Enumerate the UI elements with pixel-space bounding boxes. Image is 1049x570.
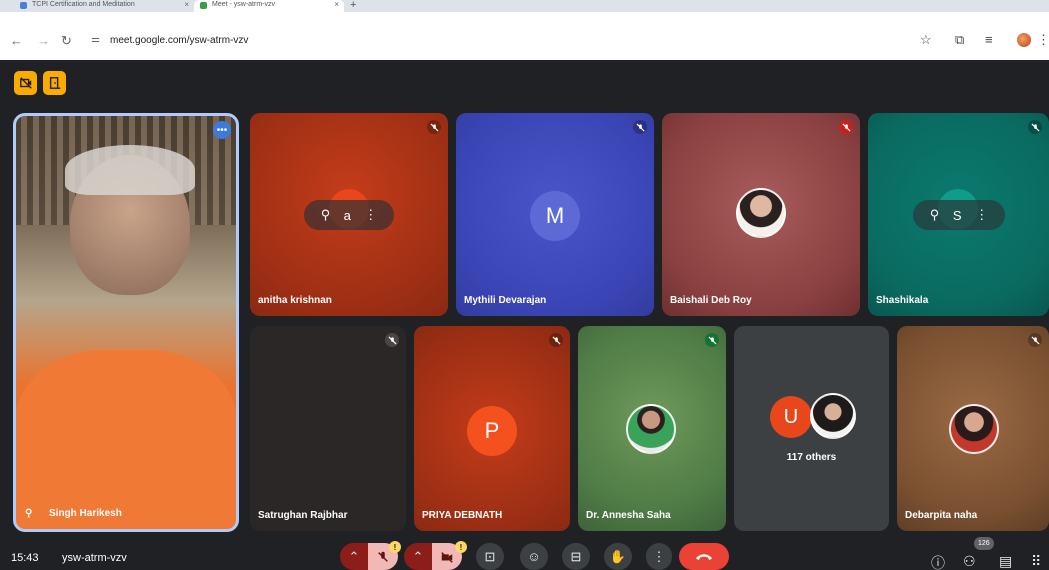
participants-count-badge: 126 [974, 537, 994, 550]
pin-icon[interactable]: ⚲ [321, 207, 331, 223]
tile-name: Shashikala [876, 295, 929, 306]
browser-toolbar: ← → ↻ ⚌ meet.google.com/ysw-atrm-vzv ☆ ⧉… [0, 12, 1049, 60]
back-arrow-icon[interactable]: ← [10, 34, 23, 47]
tab-label: Meet - ysw-atrm-vzv [212, 1, 275, 8]
extensions-icon[interactable]: ⧉ [955, 32, 964, 48]
others-tile[interactable]: U 117 others [734, 326, 889, 531]
pin-icon[interactable]: ⚲ [930, 207, 940, 223]
others-count-label: 117 others [786, 452, 837, 463]
reading-list-icon[interactable]: ≡ [985, 32, 993, 47]
meeting-code: ysw-atrm-vzv [62, 552, 127, 564]
tile-name: Debarpita naha [905, 510, 978, 521]
avatar: M [530, 191, 580, 241]
new-tab-icon[interactable]: + [350, 0, 356, 11]
url-text: meet.google.com/ysw-atrm-vzv [110, 35, 249, 46]
tile-name: anitha krishnan [258, 295, 332, 306]
captions-icon[interactable]: ⊟ [562, 543, 590, 570]
avatar: U [770, 396, 812, 438]
profile-avatar[interactable] [1017, 33, 1031, 47]
speaker-hair [65, 145, 195, 195]
tab-label: TCPI Certification and Meditation [32, 1, 135, 8]
tile-name: Satrughan Rajbhar [258, 510, 348, 521]
meeting-time: 15:43 [11, 552, 39, 564]
tile-name: Baishali Deb Roy [670, 295, 752, 306]
raise-hand-icon[interactable]: ✋ [604, 543, 632, 570]
close-icon[interactable]: × [334, 0, 339, 9]
participant-photo [736, 188, 786, 238]
camera-off-badge-icon[interactable] [14, 71, 37, 95]
browser-tab[interactable]: TCPI Certification and Meditation × [14, 0, 194, 12]
avatar-initial: S [952, 207, 962, 223]
avatar-initial: U [783, 405, 799, 428]
participant-tile-anitha[interactable]: ⚲ a ⋮ anitha krishnan [250, 113, 448, 316]
emoji-reaction-icon[interactable]: ☺ [520, 543, 548, 570]
participant-photo [810, 393, 856, 439]
people-icon[interactable]: ⚇ [963, 553, 976, 570]
tile-name: Mythili Devarajan [464, 295, 547, 306]
mic-off-icon [633, 120, 647, 134]
meeting-info-icon[interactable]: ⓘ [931, 553, 945, 570]
more-options-icon[interactable]: ••• [213, 121, 231, 139]
activities-grid-icon[interactable]: ⠿ [1031, 553, 1041, 570]
tile-hover-controls[interactable]: ⚲ S ⋮ [913, 200, 1005, 230]
tile-hover-controls[interactable]: ⚲ a ⋮ [304, 200, 394, 230]
mic-warning-badge: ! [389, 541, 401, 553]
bookmark-star-icon[interactable]: ☆ [920, 32, 932, 48]
camera-warning-badge: ! [455, 541, 467, 553]
audio-options-chevron-icon[interactable]: ⌃ [340, 543, 368, 570]
participant-tile-satrughan[interactable]: Satrughan Rajbhar [250, 326, 406, 531]
mic-off-icon [839, 120, 853, 134]
site-info-icon[interactable]: ⚌ [91, 34, 100, 45]
participant-tile-mythili[interactable]: M Mythili Devarajan [456, 113, 654, 316]
mic-off-icon [705, 333, 719, 347]
mic-off-icon [1028, 120, 1042, 134]
meeting-host-badge-icon[interactable] [43, 71, 66, 95]
avatar: P [467, 406, 517, 456]
more-vert-icon[interactable]: ⋮ [364, 207, 377, 223]
participant-tile-priya[interactable]: P PRIYA DEBNATH [414, 326, 570, 531]
leave-call-button[interactable] [679, 543, 729, 570]
participant-tile-shashikala[interactable]: ⚲ S ⋮ Shashikala [868, 113, 1049, 316]
browser-tab-active[interactable]: Meet - ysw-atrm-vzv × [194, 0, 344, 12]
pin-icon[interactable]: ⚲ [25, 508, 32, 519]
speaker-robe [15, 350, 237, 530]
browser-menu-icon[interactable]: ⋮ [1037, 32, 1049, 48]
participant-tile-annesha[interactable]: Dr. Annesha Saha [578, 326, 726, 531]
chat-icon[interactable]: ▤ [999, 553, 1012, 570]
mic-off-icon [1028, 333, 1042, 347]
speaker-video-tile[interactable]: ⚲ Singh Harikesh [15, 115, 237, 530]
end-call-icon [695, 554, 713, 561]
avatar-initial: M [545, 203, 565, 228]
meet-favicon-icon [200, 2, 207, 9]
more-options-vert-icon[interactable]: ⋮ [646, 543, 672, 570]
mic-off-icon [549, 333, 563, 347]
more-vert-icon[interactable]: ⋮ [975, 207, 988, 223]
mic-off-icon [385, 333, 399, 347]
mic-off-icon [378, 551, 388, 562]
tile-name: PRIYA DEBNATH [422, 510, 503, 521]
forward-arrow-icon[interactable]: → [37, 34, 50, 47]
address-bar[interactable]: ⚌ meet.google.com/ysw-atrm-vzv [85, 31, 915, 51]
participant-tile-baishali[interactable]: Baishali Deb Roy [662, 113, 860, 316]
video-options-chevron-icon[interactable]: ⌃ [404, 543, 432, 570]
camera-off-icon [441, 551, 453, 563]
avatar-initial: P [484, 418, 500, 443]
reload-icon[interactable]: ↻ [61, 34, 72, 47]
participant-tile-debarpita[interactable]: Debarpita naha [897, 326, 1049, 531]
tile-name: Singh Harikesh [49, 508, 122, 519]
mic-off-icon [427, 120, 441, 134]
browser-tabstrip: TCPI Certification and Meditation × Meet… [0, 0, 1049, 12]
present-screen-icon[interactable]: ⊡ [476, 543, 504, 570]
participant-photo [949, 404, 999, 454]
participant-photo [626, 404, 676, 454]
tab-favicon-icon [20, 2, 27, 9]
tile-name: Dr. Annesha Saha [586, 510, 671, 521]
avatar-initial: a [343, 207, 351, 223]
close-icon[interactable]: × [184, 0, 189, 9]
